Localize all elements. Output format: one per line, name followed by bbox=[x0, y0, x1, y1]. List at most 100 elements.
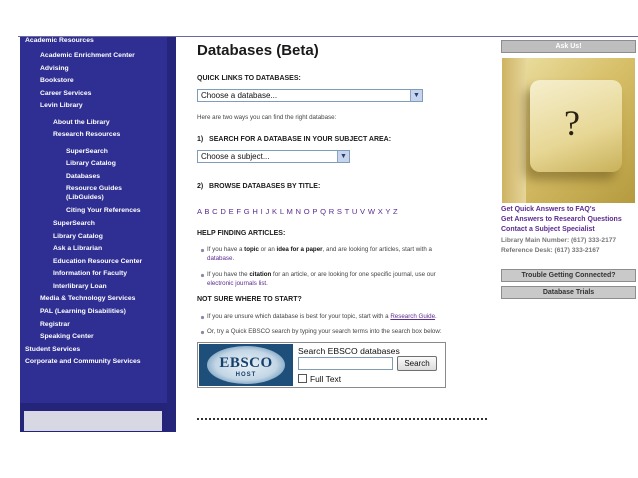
sidebar-item-media-technology[interactable]: Media & Technology Services bbox=[40, 295, 135, 303]
help-finding-label: HELP FINDING ARTICLES: bbox=[197, 230, 286, 237]
database-select-value: Choose a database... bbox=[201, 91, 278, 100]
bullet-icon bbox=[200, 273, 205, 278]
database-trials-button[interactable]: Database Trials bbox=[501, 286, 636, 299]
question-mark-icon: ? bbox=[564, 103, 580, 143]
help-citation-text-2: electronic journals list. bbox=[207, 280, 268, 287]
alpha-link-j[interactable]: J bbox=[265, 207, 269, 216]
right-sidebar: Ask Us! ? Get Quick Answers to FAQ's Get… bbox=[501, 40, 637, 432]
alpha-link-z[interactable]: Z bbox=[393, 207, 398, 216]
sidebar-item-corporate-community[interactable]: Corporate and Community Services bbox=[25, 358, 141, 366]
alpha-link-w[interactable]: W bbox=[368, 207, 375, 216]
sidebar-item-research-resources[interactable]: Research Resources bbox=[53, 131, 120, 139]
sidebar-item-library-catalog[interactable]: Library Catalog bbox=[53, 233, 103, 241]
main-phone-text: Library Main Number: (617) 333-2177 bbox=[501, 237, 617, 244]
sidebar-item-speaking-center[interactable]: Speaking Center bbox=[40, 333, 94, 341]
sidebar-item-advising[interactable]: Advising bbox=[40, 65, 69, 73]
database-link[interactable]: database bbox=[207, 255, 232, 262]
sidebar-item-supersearch[interactable]: SuperSearch bbox=[53, 220, 95, 228]
bullet-icon bbox=[200, 315, 205, 320]
alpha-link-d[interactable]: D bbox=[220, 207, 226, 216]
research-questions-link[interactable]: Get Answers to Research Questions bbox=[501, 216, 622, 223]
trouble-connecting-button[interactable]: Trouble Getting Connected? bbox=[501, 269, 636, 282]
alpha-link-i[interactable]: I bbox=[261, 207, 263, 216]
alpha-link-l[interactable]: L bbox=[280, 207, 284, 216]
alpha-link-u[interactable]: U bbox=[352, 207, 358, 216]
alpha-link-m[interactable]: M bbox=[286, 207, 293, 216]
sidebar-item-student-services[interactable]: Student Services bbox=[25, 346, 80, 354]
sidebar-item-academic-resources[interactable]: Academic Resources bbox=[25, 37, 94, 45]
ebsco-host-logo: EBSCO HOST bbox=[199, 344, 293, 386]
full-text-checkbox[interactable] bbox=[298, 374, 307, 383]
alpha-link-n[interactable]: N bbox=[296, 207, 302, 216]
faq-link[interactable]: Get Quick Answers to FAQ's bbox=[501, 206, 595, 213]
alpha-link-f[interactable]: F bbox=[236, 207, 241, 216]
alphabet-links: A B C D E F G H I J K L M N O P Q R S T … bbox=[197, 207, 398, 216]
alpha-link-p[interactable]: P bbox=[312, 207, 317, 216]
intro-text: Here are two ways you can find the right… bbox=[197, 114, 337, 121]
alpha-link-t[interactable]: T bbox=[345, 207, 350, 216]
sidebar-item-resource-guides[interactable]: Resource Guides bbox=[66, 185, 122, 193]
sidebar-item-levin-library[interactable]: Levin Library bbox=[40, 102, 83, 110]
alpha-link-c[interactable]: C bbox=[212, 207, 218, 216]
alpha-link-b[interactable]: B bbox=[204, 207, 209, 216]
subject-select[interactable]: Choose a subject... ▼ bbox=[197, 150, 350, 163]
sidebar-footer-tab bbox=[24, 411, 162, 431]
sidebar-item-career-services[interactable]: Career Services bbox=[40, 90, 91, 98]
sidebar-item-citing-references[interactable]: Citing Your References bbox=[66, 207, 141, 215]
alpha-link-v[interactable]: V bbox=[360, 207, 365, 216]
full-text-label: Full Text bbox=[310, 374, 342, 384]
help-citation-text: If you have the citation for an article,… bbox=[207, 271, 436, 278]
alpha-link-r[interactable]: R bbox=[329, 207, 335, 216]
sidebar-footer bbox=[20, 403, 167, 432]
sidebar-item-academic-enrichment-center[interactable]: Academic Enrichment Center bbox=[40, 52, 135, 60]
electronic-journals-link[interactable]: electronic journals list bbox=[207, 280, 266, 287]
sidebar-item-bookstore[interactable]: Bookstore bbox=[40, 77, 74, 85]
bullet-icon bbox=[200, 330, 205, 335]
browse-label: 2) BROWSE DATABASES BY TITLE: bbox=[197, 183, 321, 190]
ask-us-button[interactable]: Ask Us! bbox=[501, 40, 636, 53]
database-select[interactable]: Choose a database... ▼ bbox=[197, 89, 423, 102]
question-key-image: ? bbox=[502, 58, 635, 203]
ebsco-search-button[interactable]: Search bbox=[397, 356, 437, 371]
page-title: Databases (Beta) bbox=[197, 42, 319, 59]
research-guide-link[interactable]: Research Guide bbox=[390, 313, 435, 320]
sidebar-item-pal[interactable]: PAL (Learning Disabilities) bbox=[40, 308, 126, 316]
main-content: Databases (Beta) QUICK LINKS TO DATABASE… bbox=[186, 37, 494, 432]
sidebar-item-education-resource-center[interactable]: Education Resource Center bbox=[53, 258, 142, 266]
alpha-link-h[interactable]: H bbox=[252, 207, 258, 216]
sidebar-item-registrar[interactable]: Registrar bbox=[40, 321, 70, 329]
alpha-link-q[interactable]: Q bbox=[320, 207, 326, 216]
reference-phone-text: Reference Desk: (617) 333-2167 bbox=[501, 247, 600, 254]
sidebar-item-supersearch-sub[interactable]: SuperSearch bbox=[66, 148, 108, 156]
not-sure-text-2: Or, try a Quick EBSCO search by typing y… bbox=[207, 328, 442, 335]
sidebar-item-information-for-faculty[interactable]: Information for Faculty bbox=[53, 270, 127, 278]
ebsco-search-title: Search EBSCO databases bbox=[298, 346, 400, 356]
ebsco-search-box: EBSCO HOST Search EBSCO databases Search… bbox=[197, 342, 446, 388]
subject-select-value: Choose a subject... bbox=[201, 152, 270, 161]
alpha-link-e[interactable]: E bbox=[229, 207, 234, 216]
sidebar-item-library-catalog-sub[interactable]: Library Catalog bbox=[66, 160, 116, 168]
alpha-link-a[interactable]: A bbox=[197, 207, 202, 216]
alpha-link-k[interactable]: K bbox=[272, 207, 277, 216]
sidebar-item-libguides[interactable]: (LibGuides) bbox=[66, 194, 104, 202]
help-topic-text: If you have a topic or an idea for a pap… bbox=[207, 246, 432, 253]
ebsco-search-input[interactable] bbox=[298, 357, 393, 370]
sidebar-nav: Academic Resources Academic Enrichment C… bbox=[20, 37, 176, 432]
dotted-divider bbox=[197, 418, 487, 420]
alpha-link-x[interactable]: X bbox=[378, 207, 383, 216]
alpha-link-o[interactable]: O bbox=[304, 207, 310, 216]
sidebar-item-ask-a-librarian[interactable]: Ask a Librarian bbox=[53, 245, 102, 253]
sidebar-item-interlibrary-loan[interactable]: Interlibrary Loan bbox=[53, 283, 107, 291]
alpha-link-y[interactable]: Y bbox=[385, 207, 390, 216]
alpha-link-g[interactable]: G bbox=[244, 207, 250, 216]
subject-specialist-link[interactable]: Contact a Subject Specialist bbox=[501, 226, 595, 233]
alpha-link-s[interactable]: S bbox=[337, 207, 342, 216]
sidebar-item-about-the-library[interactable]: About the Library bbox=[53, 119, 110, 127]
chevron-down-icon: ▼ bbox=[410, 90, 422, 101]
not-sure-text-1: If you are unsure which database is best… bbox=[207, 313, 437, 320]
bullet-icon bbox=[200, 248, 205, 253]
help-topic-text-2: database. bbox=[207, 255, 235, 262]
sidebar-item-databases[interactable]: Databases bbox=[66, 173, 100, 181]
chevron-down-icon: ▼ bbox=[337, 151, 349, 162]
not-sure-label: NOT SURE WHERE TO START? bbox=[197, 296, 302, 303]
